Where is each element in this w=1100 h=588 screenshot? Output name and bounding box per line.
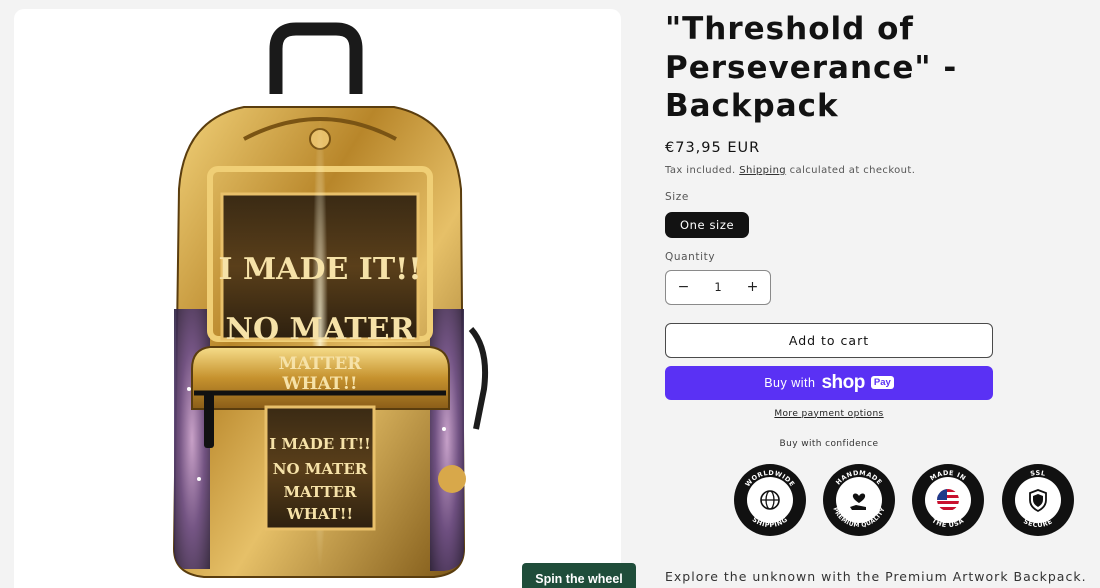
svg-text:SSL: SSL (1030, 469, 1047, 478)
spin-the-wheel-button[interactable]: Spin the wheel (522, 563, 636, 588)
quantity-decrease-button[interactable]: − (666, 279, 701, 295)
shop-pay-button[interactable]: Buy with shop Pay (665, 365, 993, 400)
ssl-secure-badge: SSL SECURE (1002, 464, 1074, 536)
pay-badge: Pay (870, 376, 894, 389)
lower-text-3: MATTER (283, 483, 357, 501)
ssl-text: SSL (1030, 469, 1046, 478)
add-to-cart-button[interactable]: Add to cart (665, 322, 993, 358)
size-option-one-size[interactable]: One size (665, 211, 750, 238)
trust-badges: WORLDWIDE SHIPPING HANDMADE PREMIUM QUAL… (733, 463, 1083, 543)
more-payment-options: More payment options (665, 409, 993, 419)
lower-text-4: WHAT!! (286, 505, 353, 523)
quantity-increase-button[interactable]: + (735, 279, 770, 295)
product-info: "Threshold of Perseverance" - Backpack €… (665, 10, 1095, 449)
shop-logo: shop (821, 371, 865, 393)
product-image-card[interactable]: I MADE IT!! NO MATER MATTER WHAT!! I MAD… (14, 9, 621, 588)
lower-text-1: I MADE IT!! (269, 435, 371, 453)
shop-pay-prefix: Buy with (764, 375, 816, 390)
more-payment-options-link[interactable]: More payment options (774, 409, 883, 419)
buy-with-confidence-label: Buy with confidence (779, 438, 879, 449)
made-in-usa-badge: MADE IN THE USA (912, 464, 984, 536)
artwork-text-1: I MADE IT!! (219, 252, 422, 287)
tax-suffix: calculated at checkout. (789, 164, 916, 176)
product-page: I MADE IT!! NO MATER MATTER WHAT!! I MAD… (0, 0, 1100, 588)
handmade-premium-badge: HANDMADE PREMIUM QUALITY (823, 464, 895, 536)
backpack-image: I MADE IT!! NO MATER MATTER WHAT!! I MAD… (172, 22, 489, 578)
quantity-stepper: − 1 + (665, 269, 771, 305)
shipping-link[interactable]: Shipping (739, 165, 786, 176)
quantity-label: Quantity (665, 250, 716, 263)
tax-prefix: Tax included. (665, 164, 736, 176)
product-title: "Threshold of Perseverance" - Backpack (665, 11, 958, 124)
worldwide-shipping-badge: WORLDWIDE SHIPPING (734, 464, 806, 536)
size-label: Size (665, 190, 689, 203)
lower-text-2: NO MATER (273, 460, 368, 478)
tax-note: Tax included. Shipping calculated at che… (665, 165, 1095, 176)
product-description: Explore the unknown with the Premium Art… (665, 569, 1087, 584)
artwork-text-2: NO MATER (226, 312, 416, 347)
pocket-text-1: MATTER (279, 354, 363, 374)
us-flag-icon (937, 489, 959, 511)
product-price: €73,95 EUR (665, 139, 761, 156)
quantity-input[interactable]: 1 (714, 280, 721, 294)
